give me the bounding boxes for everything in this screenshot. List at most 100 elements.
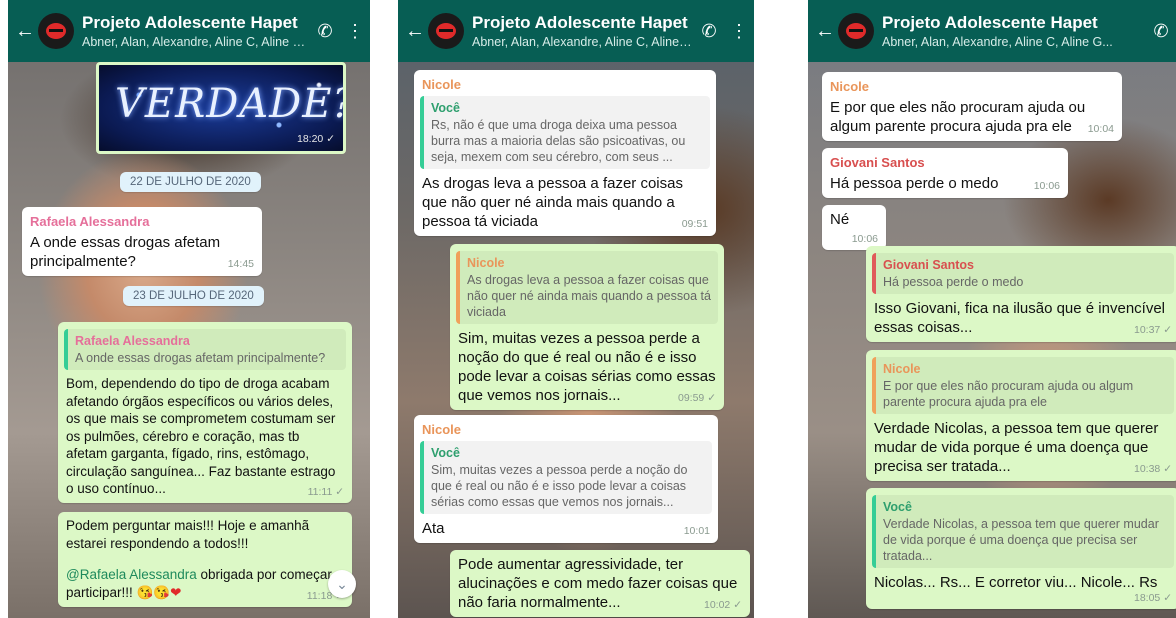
date-divider: 22 DE JULHO DE 2020 [120, 172, 261, 192]
incoming-message[interactable]: Rafaela Alessandra A onde essas drogas a… [22, 207, 262, 276]
message-time: 10:38 ✓ [1134, 463, 1172, 475]
quoted-text: As drogas leva a pessoa a fazer coisas q… [467, 273, 711, 319]
incoming-message[interactable]: Nicole E por que eles não procuram ajuda… [822, 72, 1122, 141]
message-text: Nicolas... Rs... E corretor viu... Nicol… [874, 574, 1158, 591]
message-text: Há pessoa perde o medo [830, 175, 999, 192]
image-message[interactable]: VERDADE? 18:20 ✓ [96, 62, 346, 154]
quoted-text: Verdade Nicolas, a pessoa tem que querer… [883, 517, 1159, 563]
outgoing-message[interactable]: Podem perguntar mais!!! Hoje e amanhã es… [58, 512, 352, 607]
message-text: Pode aumentar agressividade, ter alucina… [458, 556, 738, 611]
quoted-text: A onde essas drogas afetam principalment… [75, 351, 326, 365]
chat-screenshot-1: ← Projeto Adolescente Hapet Abner, Alan,… [8, 0, 370, 618]
add-call-icon[interactable]: ✆ [1146, 21, 1176, 42]
quoted-message[interactable]: Giovani Santos Há pessoa perde o medo [872, 253, 1174, 294]
message-time: 10:02 ✓ [704, 599, 742, 611]
mention-link[interactable]: @Rafaela Alessandra [66, 567, 197, 582]
more-vert-icon[interactable]: ⋮ [724, 21, 754, 42]
incoming-message[interactable]: Nicole Você Sim, muitas vezes a pessoa p… [414, 415, 718, 543]
sender-name: Nicole [422, 422, 462, 437]
quoted-message[interactable]: Você Sim, muitas vezes a pessoa perde a … [420, 441, 712, 514]
back-arrow-icon[interactable]: ← [812, 20, 838, 43]
quoted-text: E por que eles não procuram ajuda ou alg… [883, 379, 1134, 409]
quoted-sender: Giovani Santos [883, 258, 974, 272]
chat-header: ← Projeto Adolescente Hapet Abner, Alan,… [808, 0, 1176, 62]
outgoing-message[interactable]: Giovani Santos Há pessoa perde o medo Is… [866, 246, 1176, 342]
incoming-message[interactable]: Nicole Você Rs, não é que uma droga deix… [414, 70, 716, 236]
chat-screenshot-3: ← Projeto Adolescente Hapet Abner, Alan,… [808, 0, 1176, 618]
quoted-message[interactable]: Você Verdade Nicolas, a pessoa tem que q… [872, 495, 1174, 568]
message-text: Isso Giovani, fica na ilusão que é inven… [874, 300, 1165, 336]
quoted-sender: Nicole [883, 362, 921, 376]
message-text: As drogas leva a pessoa a fazer coisas q… [422, 175, 683, 230]
back-arrow-icon[interactable]: ← [12, 20, 38, 43]
chat-members: Abner, Alan, Alexandre, Aline C, Aline G… [472, 35, 694, 49]
kiss-emoji-icon: 😘😘 [136, 584, 171, 600]
message-text: Né [830, 211, 850, 228]
message-list[interactable]: Nicole E por que eles não procuram ajuda… [808, 62, 1176, 618]
sender-name: Rafaela Alessandra [30, 214, 150, 229]
message-time: 11:11 ✓ [307, 486, 344, 498]
quoted-sender: Rafaela Alessandra [75, 334, 190, 348]
chat-title: Projeto Adolescente Hapet [472, 13, 688, 32]
message-text: Bom, dependendo do tipo de droga acabam … [66, 376, 336, 496]
message-time: 10:06 [851, 233, 878, 245]
message-text: Verdade Nicolas, a pessoa tem que querer… [874, 420, 1159, 475]
message-time: 09:51 [681, 218, 708, 230]
outgoing-message[interactable]: Nicole As drogas leva a pessoa a fazer c… [450, 244, 724, 410]
chat-members: Abner, Alan, Alexandre, Aline C, Aline G… [882, 35, 1113, 49]
outgoing-message[interactable]: Pode aumentar agressividade, ter alucina… [450, 550, 750, 617]
message-text: A onde essas drogas afetam principalment… [30, 234, 221, 270]
chat-members: Abner, Alan, Alexandre, Aline C, Aline G… [82, 35, 310, 49]
sender-name: Giovani Santos [830, 155, 925, 170]
outgoing-message[interactable]: Você Verdade Nicolas, a pessoa tem que q… [866, 488, 1176, 609]
quoted-message[interactable]: Você Rs, não é que uma droga deixa uma p… [420, 96, 710, 169]
quoted-sender: Você [431, 101, 460, 115]
quoted-sender: Você [431, 446, 460, 460]
quoted-message[interactable]: Nicole E por que eles não procuram ajuda… [872, 357, 1174, 414]
sender-name: Nicole [830, 79, 870, 94]
incoming-message[interactable]: Giovani Santos Há pessoa perde o medo 10… [822, 148, 1068, 198]
message-text: Sim, muitas vezes a pessoa perde a noção… [458, 330, 716, 404]
chevron-down-icon[interactable]: ⌄ [328, 570, 356, 598]
message-time: 10:37 ✓ [1134, 324, 1172, 336]
quoted-sender: Você [883, 500, 912, 514]
message-list[interactable]: Nicole Você Rs, não é que uma droga deix… [398, 62, 754, 618]
heart-emoji-icon: ❤ [170, 584, 182, 600]
chat-header: ← Projeto Adolescente Hapet Abner, Alan,… [8, 0, 370, 62]
message-time: 10:06 [1033, 180, 1060, 192]
message-time: 09:59 ✓ [678, 392, 716, 404]
message-time: 10:04 [1087, 123, 1114, 135]
message-time: 10:01 [683, 525, 710, 537]
chat-screenshot-2: ← Projeto Adolescente Hapet Abner, Alan,… [398, 0, 754, 618]
group-avatar[interactable] [838, 13, 874, 49]
more-vert-icon[interactable]: ⋮ [340, 21, 370, 42]
chat-title-block[interactable]: Projeto Adolescente Hapet Abner, Alan, A… [472, 13, 694, 49]
chat-title: Projeto Adolescente Hapet [882, 13, 1098, 32]
back-arrow-icon[interactable]: ← [402, 20, 428, 43]
quoted-message[interactable]: Nicole As drogas leva a pessoa a fazer c… [456, 251, 718, 324]
sender-name: Nicole [422, 77, 462, 92]
message-time: 18:05 ✓ [1134, 592, 1172, 604]
group-avatar[interactable] [428, 13, 464, 49]
date-divider: 23 DE JULHO DE 2020 [123, 286, 264, 306]
image-caption-art: VERDADE? [115, 81, 346, 127]
chat-title-block[interactable]: Projeto Adolescente Hapet Abner, Alan, A… [882, 13, 1146, 49]
quoted-sender: Nicole [467, 256, 505, 270]
quoted-text: Rs, não é que uma droga deixa uma pessoa… [431, 118, 686, 164]
message-text-line: @Rafaela Alessandra obrigada por começar… [66, 566, 344, 602]
add-call-icon[interactable]: ✆ [694, 21, 724, 42]
chat-header: ← Projeto Adolescente Hapet Abner, Alan,… [398, 0, 754, 62]
outgoing-message[interactable]: Nicole E por que eles não procuram ajuda… [866, 350, 1176, 481]
quoted-text: Sim, muitas vezes a pessoa perde a noção… [431, 463, 688, 509]
chat-title: Projeto Adolescente Hapet [82, 13, 298, 32]
incoming-message[interactable]: Né 10:06 [822, 205, 886, 250]
message-list[interactable]: VERDADE? 18:20 ✓ 22 DE JULHO DE 2020 Raf… [8, 62, 370, 618]
message-text: E por que eles não procuram ajuda ou alg… [830, 99, 1086, 135]
quoted-message[interactable]: Rafaela Alessandra A onde essas drogas a… [64, 329, 346, 370]
chat-title-block[interactable]: Projeto Adolescente Hapet Abner, Alan, A… [82, 13, 310, 49]
quoted-text: Há pessoa perde o medo [883, 275, 1024, 289]
message-text: Ata [422, 520, 445, 537]
group-avatar[interactable] [38, 13, 74, 49]
add-call-icon[interactable]: ✆ [310, 21, 340, 42]
outgoing-message[interactable]: Rafaela Alessandra A onde essas drogas a… [58, 322, 352, 503]
